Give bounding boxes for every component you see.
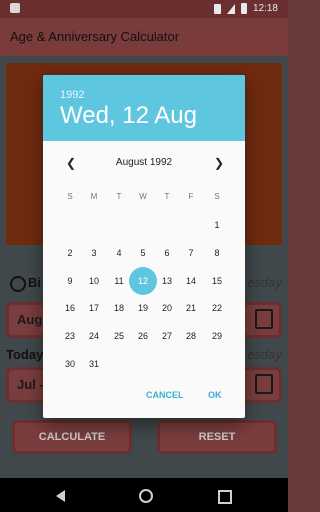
calendar-day[interactable]: 30 (59, 353, 81, 375)
calendar-day[interactable]: 14 (180, 270, 202, 292)
calendar-day[interactable]: 1 (206, 214, 228, 236)
calendar-day[interactable]: 15 (206, 270, 228, 292)
year-label[interactable]: 1992 (60, 89, 84, 101)
calendar-day[interactable]: 22 (206, 297, 228, 319)
calendar-day[interactable]: 20 (156, 297, 178, 319)
calendar-day[interactable]: 13 (156, 270, 178, 292)
calendar-day[interactable]: 8 (206, 242, 228, 264)
calendar-day[interactable]: 19 (132, 297, 154, 319)
calendar-day[interactable]: 17 (83, 297, 105, 319)
weekday-label: S (67, 192, 73, 201)
calendar-day[interactable]: 29 (206, 325, 228, 347)
calendar-day[interactable]: 2 (59, 242, 81, 264)
calendar-day[interactable]: 23 (59, 325, 81, 347)
weekday-label: S (214, 192, 220, 201)
weekday-label: W (139, 192, 147, 201)
weekday-label: T (116, 192, 122, 201)
recents-icon[interactable] (218, 490, 232, 504)
selected-date-label: Wed, 12 Aug (60, 102, 197, 129)
calendar-day[interactable]: 25 (108, 325, 130, 347)
calendar-day[interactable]: 16 (59, 297, 81, 319)
calendar-day[interactable]: 3 (83, 242, 105, 264)
calendar-day[interactable]: 18 (108, 297, 130, 319)
calendar-day[interactable]: 27 (156, 325, 178, 347)
calendar-day[interactable]: 31 (83, 353, 105, 375)
back-icon[interactable] (56, 490, 65, 502)
weekday-label: T (164, 192, 170, 201)
calendar-day[interactable]: 11 (108, 270, 130, 292)
date-picker-header: 1992 Wed, 12 Aug (43, 75, 245, 141)
calendar-day[interactable]: 4 (108, 242, 130, 264)
calendar-day[interactable]: 24 (83, 325, 105, 347)
calendar-day[interactable]: 21 (180, 297, 202, 319)
calendar-day[interactable]: 6 (156, 242, 178, 264)
date-picker-dialog: 1992 Wed, 12 Aug ❮ August 1992 ❯ S M T W… (43, 75, 245, 418)
weekday-label: F (188, 192, 194, 201)
home-icon[interactable] (139, 489, 153, 503)
calendar-day[interactable]: 7 (180, 242, 202, 264)
cancel-button[interactable]: CANCEL (146, 390, 184, 400)
calendar-day[interactable]: 5 (132, 242, 154, 264)
ok-button[interactable]: OK (208, 390, 222, 400)
weekday-label: M (90, 192, 98, 201)
calendar-day[interactable]: 28 (180, 325, 202, 347)
calendar-day[interactable]: 10 (83, 270, 105, 292)
calendar-day[interactable]: 26 (132, 325, 154, 347)
calendar-day[interactable]: 9 (59, 270, 81, 292)
chevron-right-icon[interactable]: ❯ (214, 156, 224, 170)
calendar-day-selected[interactable]: 12 (129, 267, 157, 295)
